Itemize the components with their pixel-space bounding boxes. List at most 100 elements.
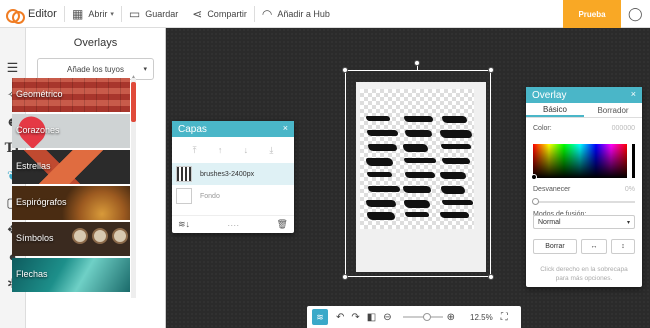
overlay-action-buttons: Borrar ↔ ↕ [533, 239, 635, 254]
layer-name: brushes3-2400px [200, 170, 255, 178]
layer-name: Fondo [200, 192, 220, 200]
typewriter-key [72, 228, 88, 244]
scrollbar-thumb[interactable] [131, 82, 136, 122]
trial-button[interactable]: Prueba [563, 0, 621, 32]
zoom-slider-knob[interactable] [422, 313, 431, 321]
share-button[interactable]: ⋖ Compartir [185, 0, 254, 28]
add-own-label: Añade los tuyos [67, 64, 124, 74]
zoom-value: 12.5% [470, 312, 493, 322]
layer-order-controls: ⤒ ↑ ↓ ⤓ [172, 137, 294, 163]
user-avatar-icon[interactable]: ◯ [628, 6, 643, 22]
panel-scrollbar[interactable] [131, 78, 136, 298]
more-options-icon[interactable]: ···· [227, 220, 239, 230]
share-icon: ⋖ [192, 6, 203, 21]
save-label: Guardar [145, 8, 179, 19]
resize-handle-se[interactable] [488, 274, 494, 280]
category-label: Geométrico [16, 89, 63, 99]
category-label: Símbolos [16, 233, 54, 243]
fit-screen-icon[interactable]: ⛶ [501, 312, 508, 323]
category-label: Espirógrafos [16, 197, 67, 207]
category-label: Corazones [16, 125, 60, 135]
category-geometric[interactable]: Geométrico [12, 78, 130, 112]
color-label: Color: [533, 125, 552, 132]
zoom-in-icon[interactable]: ⊕ [447, 312, 455, 323]
headphones-icon: ◠ [261, 6, 273, 21]
panel-title: Overlays [73, 37, 118, 49]
layers-toggle-icon[interactable]: ≋ [312, 309, 328, 325]
layers-title: Capas [178, 123, 207, 135]
typewriter-key [92, 228, 108, 244]
move-up-icon[interactable]: ↑ [218, 145, 223, 155]
add-own-dropdown[interactable]: Añade los tuyos ▾ [37, 58, 154, 80]
save-button[interactable]: ▭ Guardar [122, 0, 185, 28]
share-label: Compartir [207, 8, 247, 19]
flip-vertical-icon[interactable]: ↕ [611, 239, 635, 254]
redo-icon[interactable]: ↷ [351, 312, 359, 323]
move-down-icon[interactable]: ↓ [244, 145, 249, 155]
blend-mode-select[interactable]: Normal ▾ [533, 215, 635, 229]
color-picker-handle[interactable] [531, 174, 537, 180]
close-icon[interactable]: × [631, 89, 636, 99]
close-icon[interactable]: × [283, 123, 288, 133]
chevron-down-icon: ▾ [110, 10, 114, 18]
layers-footer: ≋↓ ···· 🗑 [172, 215, 294, 233]
fade-slider-knob[interactable] [532, 198, 539, 205]
tab-basic[interactable]: Básico [526, 103, 584, 117]
tab-eraser[interactable]: Borrador [584, 103, 642, 117]
fade-label: Desvanecer [533, 186, 571, 193]
layer-row[interactable]: Fondo [172, 185, 294, 207]
resize-handle-sw[interactable] [342, 274, 348, 280]
category-symbols[interactable]: Símbolos [12, 222, 130, 256]
trash-icon[interactable]: 🗑 [277, 219, 288, 230]
chevron-down-icon: ▾ [143, 66, 147, 73]
undo-icon[interactable]: ↶ [336, 312, 344, 323]
add-to-hub-button[interactable]: ◠ Añadir a Hub [255, 0, 337, 28]
overlay-panel-header[interactable]: Overlay × [526, 87, 642, 103]
resize-handle-nw[interactable] [342, 67, 348, 73]
logo-icon [6, 7, 25, 24]
fade-slider[interactable] [533, 201, 635, 203]
color-hex-input[interactable]: 000000 [612, 125, 635, 132]
move-bottom-icon[interactable]: ⤓ [269, 145, 273, 156]
color-spectrum-picker[interactable] [531, 144, 627, 180]
color-swatch[interactable] [632, 144, 635, 178]
adjust-icon[interactable]: ☰ [0, 54, 25, 81]
overlay-tabs: Básico Borrador [526, 103, 642, 118]
rotate-handle[interactable] [414, 60, 420, 66]
hub-label: Añadir a Hub [277, 8, 330, 19]
layers-panel: Capas × ⤒ ↑ ↓ ⤓ brushes3-2400px Fondo ≋↓… [172, 121, 294, 233]
bottom-toolbar: ≋ ↶ ↷ ◧ ⊖ ⊕ 12.5% ⛶ [307, 306, 521, 328]
layers-panel-header[interactable]: Capas × [172, 121, 294, 137]
fade-value: 0% [624, 186, 635, 193]
overlay-settings-panel: Overlay × Básico Borrador Color: 000000 … [526, 87, 642, 287]
top-bar: Editor ▦ Abrir ▾ ▭ Guardar ⋖ Compartir ◠… [0, 0, 650, 28]
app-title: Editor [28, 7, 57, 20]
layer-thumbnail [176, 188, 192, 204]
flip-horizontal-icon[interactable]: ↔ [581, 239, 607, 254]
zoom-out-icon[interactable]: ⊖ [383, 312, 391, 323]
save-icon: ▭ [128, 6, 141, 21]
typewriter-key [112, 228, 128, 244]
category-arrows[interactable]: Flechas [12, 258, 130, 292]
chevron-down-icon: ▾ [626, 219, 630, 226]
resize-handle-ne[interactable] [488, 67, 494, 73]
compare-icon[interactable]: ◧ [367, 312, 376, 323]
layer-row[interactable]: brushes3-2400px [172, 163, 294, 185]
selection-box[interactable] [345, 70, 491, 277]
category-stars[interactable]: Estrellas [12, 150, 130, 184]
category-hearts[interactable]: Corazones [12, 114, 130, 148]
open-label: Abrir [88, 8, 108, 19]
overlay-title: Overlay [532, 89, 567, 101]
overlay-hint: Click derecho en la sobrecapa para más o… [540, 266, 628, 282]
category-spirographs[interactable]: Espirógrafos [12, 186, 130, 220]
move-top-icon[interactable]: ⤒ [193, 145, 197, 156]
zoom-slider[interactable] [402, 313, 443, 321]
fade-row: Desvanecer 0% [526, 186, 642, 193]
erase-button[interactable]: Borrar [533, 239, 577, 254]
open-menu-button[interactable]: ▦ Abrir ▾ [65, 0, 121, 28]
app-logo: Editor [0, 7, 64, 24]
category-label: Flechas [16, 269, 48, 279]
layer-stack-icon[interactable]: ≋↓ [178, 219, 190, 230]
layer-thumbnail [176, 166, 192, 182]
blend-value: Normal [538, 218, 561, 226]
